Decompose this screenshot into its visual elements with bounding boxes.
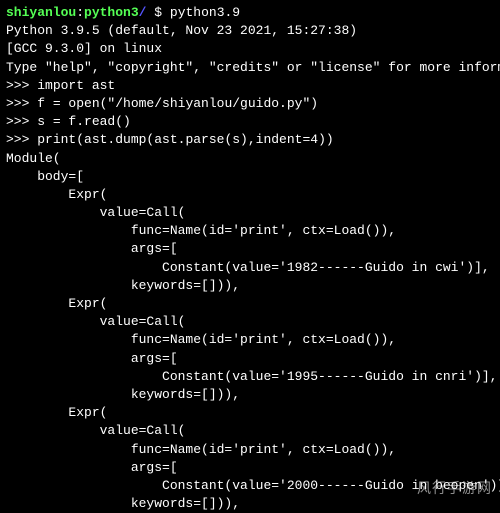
python-banner-line3: Type "help", "copyright", "credits" or "…	[6, 59, 494, 77]
python-banner-line2: [GCC 9.3.0] on linux	[6, 40, 494, 58]
ast-output-line: Constant(value='1995------Guido in cnri'…	[6, 368, 494, 386]
ast-output-line: Constant(value='1982------Guido in cwi')…	[6, 259, 494, 277]
shell-command: python3.9	[170, 5, 240, 20]
ast-output-line: value=Call(	[6, 422, 494, 440]
ast-output-line: args=[	[6, 240, 494, 258]
ast-output-line: func=Name(id='print', ctx=Load()),	[6, 441, 494, 459]
ast-output-line: Expr(	[6, 186, 494, 204]
ast-output-line: Expr(	[6, 295, 494, 313]
repl-prompt: >>>	[6, 114, 37, 129]
ast-output-line: func=Name(id='print', ctx=Load()),	[6, 222, 494, 240]
ast-output-line: keywords=[])),	[6, 277, 494, 295]
repl-input: print(ast.dump(ast.parse(s),indent=4))	[37, 132, 333, 147]
ast-output-line: value=Call(	[6, 204, 494, 222]
ast-output-line: body=[	[6, 168, 494, 186]
ast-output-line: Module(	[6, 150, 494, 168]
shell-symbol: $	[154, 5, 162, 20]
repl-input: import ast	[37, 78, 115, 93]
repl-prompt: >>>	[6, 78, 37, 93]
shell-path: /	[139, 5, 147, 20]
repl-line[interactable]: >>> s = f.read()	[6, 113, 494, 131]
python-banner-line1: Python 3.9.5 (default, Nov 23 2021, 15:2…	[6, 22, 494, 40]
ast-output-line: args=[	[6, 350, 494, 368]
colon: :	[76, 5, 84, 20]
ast-output-line: func=Name(id='print', ctx=Load()),	[6, 331, 494, 349]
repl-line[interactable]: >>> f = open("/home/shiyanlou/guido.py")	[6, 95, 494, 113]
repl-line[interactable]: >>> import ast	[6, 77, 494, 95]
ast-output-line: Expr(	[6, 404, 494, 422]
ast-output-line: value=Call(	[6, 313, 494, 331]
repl-prompt: >>>	[6, 96, 37, 111]
repl-input: f = open("/home/shiyanlou/guido.py")	[37, 96, 318, 111]
repl-prompt: >>>	[6, 132, 37, 147]
ast-output-line: args=[	[6, 459, 494, 477]
watermark-text: 风行手游网	[417, 479, 492, 499]
shell-prompt[interactable]: shiyanlou:python3/ $ python3.9	[6, 4, 494, 22]
shell-user: shiyanlou	[6, 5, 76, 20]
repl-input: s = f.read()	[37, 114, 131, 129]
repl-line[interactable]: >>> print(ast.dump(ast.parse(s),indent=4…	[6, 131, 494, 149]
ast-output-line: keywords=[])),	[6, 386, 494, 404]
shell-host: python3	[84, 5, 139, 20]
